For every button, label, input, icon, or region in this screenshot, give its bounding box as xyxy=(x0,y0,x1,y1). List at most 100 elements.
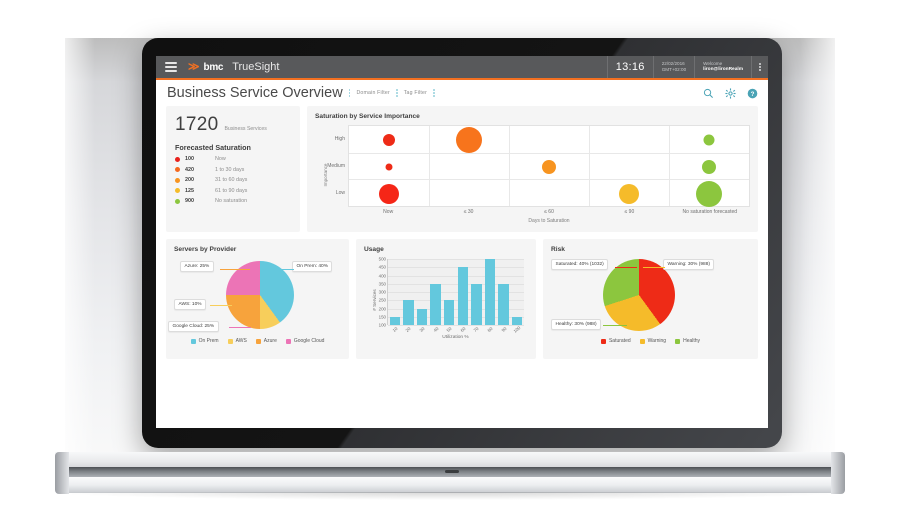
risk-leader-warning xyxy=(643,267,665,268)
status-dot xyxy=(175,198,180,204)
grid-line xyxy=(388,275,524,277)
legend-item[interactable]: AWS xyxy=(227,338,247,344)
saturation-legend-row: 200 31 to 60 days xyxy=(175,177,291,183)
x-tick-label: ≤ 90 xyxy=(624,209,635,215)
saturation-label: 1 to 30 days xyxy=(215,166,245,173)
servers-by-provider-card: Servers by Provider On Prem: 40% Azure: … xyxy=(166,239,349,359)
app-top-bar: ≫ bmc TrueSight 13:16 22/02/2016 GMT+02:… xyxy=(156,56,768,78)
y-tick-label: Medium xyxy=(327,163,345,169)
bubble-point[interactable] xyxy=(383,133,395,146)
risk-chart-title: Risk xyxy=(551,246,565,253)
brand-logo[interactable]: ≫ bmc TrueSight xyxy=(188,61,279,73)
provider-pie-slices[interactable] xyxy=(226,261,294,329)
kebab-menu-icon[interactable] xyxy=(751,56,768,78)
bar[interactable] xyxy=(416,308,428,325)
legend-item[interactable]: Warning xyxy=(639,338,666,344)
legend-item[interactable]: Azure xyxy=(255,338,277,344)
provider-leader-onprem xyxy=(270,269,294,270)
saturation-legend-row: 900 No saturation xyxy=(175,198,291,204)
usage-x-axis-title: Utilization % xyxy=(442,335,469,340)
bmc-wordmark: bmc xyxy=(203,61,224,73)
risk-pie-chart: Saturated: 40% (1032) Warning: 30% (988)… xyxy=(551,255,750,335)
grid-line xyxy=(388,267,524,269)
search-icon[interactable] xyxy=(703,88,714,99)
timezone-text: GMT+02:00 xyxy=(661,67,687,72)
saturation-value: 200 xyxy=(185,177,194,184)
product-name: TrueSight xyxy=(232,61,280,73)
x-tick-label: ≤ 60 xyxy=(544,209,554,215)
bar[interactable] xyxy=(444,300,455,325)
y-tick-label: 100 xyxy=(378,322,386,328)
domain-filter-options-icon[interactable] xyxy=(395,89,398,97)
x-tick-label: 70 xyxy=(472,326,480,333)
y-tick-label: Low xyxy=(335,190,345,197)
title-options-icon[interactable] xyxy=(348,89,351,97)
bubble-point[interactable] xyxy=(619,184,639,205)
legend-item[interactable]: On Prem xyxy=(190,338,219,344)
status-dot xyxy=(175,167,180,173)
saturation-value: 900 xyxy=(185,198,194,205)
dashboard-canvas: 1720 Business Services Forecasted Satura… xyxy=(156,106,768,359)
help-icon[interactable]: ? xyxy=(747,88,758,99)
bar[interactable] xyxy=(484,259,496,325)
bubble-point[interactable] xyxy=(379,184,399,205)
bubble-point[interactable] xyxy=(385,163,393,171)
provider-leader-aws xyxy=(210,305,232,306)
tag-filter-options-icon[interactable] xyxy=(433,89,435,97)
gear-icon[interactable] xyxy=(725,87,736,99)
bar[interactable] xyxy=(512,316,523,325)
bar[interactable] xyxy=(457,267,468,325)
y-tick-label: 300 xyxy=(378,289,386,295)
x-tick-label: 40 xyxy=(432,326,440,333)
legend-label: Saturated xyxy=(608,338,631,344)
bubble-point[interactable] xyxy=(703,134,715,146)
saturation-legend-row: 100 Now xyxy=(175,156,291,162)
bar[interactable] xyxy=(471,283,482,325)
legend-item[interactable]: Saturated xyxy=(600,338,631,344)
user-account[interactable]: Welcome liron@lironRealm xyxy=(694,56,751,78)
bar[interactable] xyxy=(389,316,400,325)
bubble-chart: Importance High Medium Low Now ≤ 30 ≤ 60 ≤ 90… xyxy=(315,125,750,225)
legend-item[interactable]: Healthy xyxy=(675,338,700,344)
x-tick-label: 50 xyxy=(445,326,453,333)
y-tick-label: High xyxy=(334,135,345,142)
tag-filter[interactable]: Tag Filter xyxy=(404,90,427,96)
dashboard-row-2: Servers by Provider On Prem: 40% Azure: … xyxy=(166,239,758,359)
user-name: liron@lironRealm xyxy=(703,67,743,72)
bar[interactable] xyxy=(430,283,441,325)
bar[interactable] xyxy=(498,283,509,325)
legend-label: AWS xyxy=(235,338,247,344)
usage-bar-chart: # Services 500 450 400 350 300 250 200 150 100 10… xyxy=(364,257,528,343)
bubble-y-tick-labels: High Medium Low xyxy=(321,125,347,207)
bubble-point[interactable] xyxy=(696,181,722,208)
bubble-point[interactable] xyxy=(542,160,556,174)
grid-line xyxy=(388,259,524,260)
usage-plot-area: 500 450 400 350 300 250 200 150 100 10 20 30 40 50 60 7… xyxy=(379,257,524,334)
risk-callout-healthy: Healthy: 30% (988) xyxy=(551,319,602,331)
x-tick-label: 90 xyxy=(500,326,508,333)
bubble-x-axis-title: Days to Saturation xyxy=(528,218,570,224)
legend-swatch xyxy=(285,338,291,344)
legend-item[interactable]: Google Cloud xyxy=(285,338,324,344)
x-tick-label: 80 xyxy=(486,326,494,333)
hamburger-icon[interactable] xyxy=(165,62,177,72)
legend-swatch xyxy=(639,338,645,344)
risk-callout-warning: Warning: 30% (988) xyxy=(663,259,715,271)
background-fade-left xyxy=(55,38,95,478)
status-dot xyxy=(175,188,180,194)
app-bar-right: 13:16 22/02/2016 GMT+02:00 Welcome liron… xyxy=(606,56,768,78)
saturation-value: 100 xyxy=(185,156,194,162)
provider-leader-gcloud xyxy=(229,327,251,328)
bubble-point[interactable] xyxy=(702,160,716,174)
domain-filter[interactable]: Domain Filter xyxy=(356,90,389,96)
usage-y-axis-title: # Services xyxy=(372,289,378,311)
x-tick-label: 20 xyxy=(404,326,412,333)
legend-swatch xyxy=(675,338,681,344)
risk-callout-saturated: Saturated: 40% (1032) xyxy=(551,259,609,271)
bubble-point[interactable] xyxy=(456,126,482,153)
x-tick-label: 60 xyxy=(459,326,467,333)
provider-callout-aws: AWS: 10% xyxy=(174,299,207,311)
saturation-legend-row: 420 1 to 30 days xyxy=(175,167,291,173)
legend-swatch xyxy=(600,338,606,344)
bar[interactable] xyxy=(403,300,414,325)
